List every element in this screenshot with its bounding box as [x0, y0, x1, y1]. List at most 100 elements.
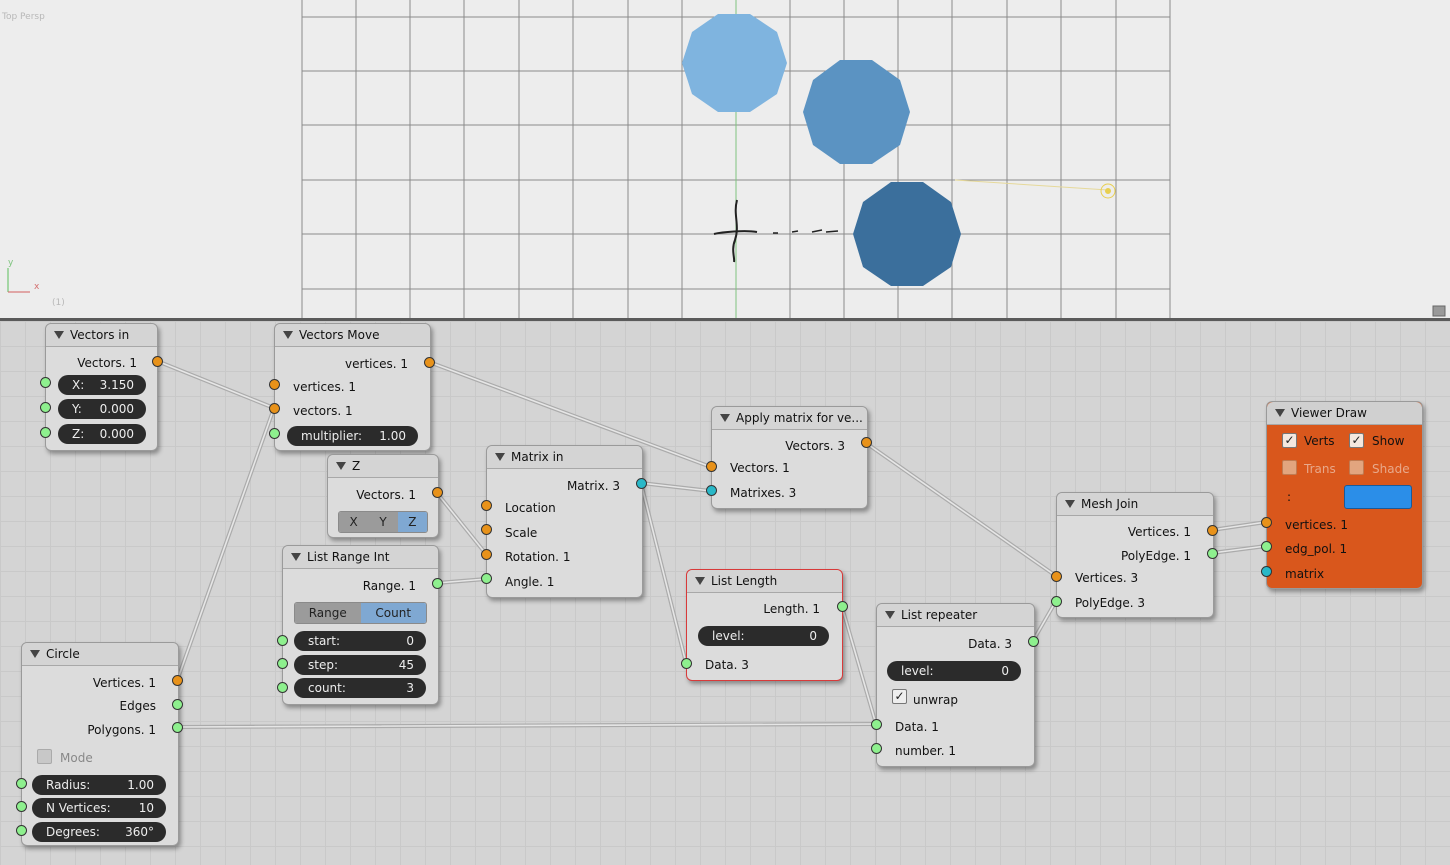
node-apply-matrix[interactable]: Apply matrix for ve... Vectors. 3 Vector…	[711, 406, 868, 509]
node-viewer-draw[interactable]: Viewer Draw ✓ Verts ✓ Show Trans Shade :…	[1266, 401, 1423, 589]
step-field[interactable]: step: 45	[294, 655, 426, 675]
node-mesh-join[interactable]: Mesh Join Vertices. 1 PolyEdge. 1 Vertic…	[1056, 492, 1214, 618]
level-field[interactable]: level: 0	[887, 661, 1021, 681]
socket-list-repeater-out[interactable]	[1028, 636, 1039, 647]
socket-matrix-in-scale[interactable]	[481, 524, 492, 535]
node-header[interactable]: Vectors Move	[275, 324, 430, 347]
3d-viewport[interactable]: Top Persp (1) y x	[0, 0, 1450, 318]
socket-circle-out-polygons[interactable]	[172, 722, 183, 733]
socket-vectors-in-x[interactable]	[40, 377, 51, 388]
collapse-triangle-icon[interactable]	[495, 453, 505, 461]
shade-checkbox[interactable]	[1349, 460, 1364, 475]
socket-viewer-in-vertices[interactable]	[1261, 517, 1272, 528]
socket-viewer-in-edg-pol[interactable]	[1261, 541, 1272, 552]
socket-mesh-join-in-polyedge[interactable]	[1051, 596, 1062, 607]
socket-vectors-move-in-multiplier[interactable]	[269, 428, 280, 439]
node-vectors-move[interactable]: Vectors Move vertices. 1 vertices. 1 vec…	[274, 323, 431, 451]
count-field[interactable]: count: 3	[294, 678, 426, 698]
socket-range-out[interactable]	[432, 578, 443, 589]
socket-circle-in-degrees[interactable]	[16, 825, 27, 836]
socket-mesh-join-in-vertices[interactable]	[1051, 571, 1062, 582]
socket-circle-out-edges[interactable]	[172, 699, 183, 710]
node-header[interactable]: List Range Int	[283, 546, 438, 569]
node-header[interactable]: Mesh Join	[1057, 493, 1213, 516]
socket-matrix-in-location[interactable]	[481, 500, 492, 511]
collapse-triangle-icon[interactable]	[695, 577, 705, 585]
collapse-triangle-icon[interactable]	[885, 611, 895, 619]
node-list-length[interactable]: List Length Length. 1 level: 0 Data. 3	[686, 569, 843, 681]
socket-vectors-move-in-vectors[interactable]	[269, 403, 280, 414]
node-header[interactable]: Viewer Draw	[1267, 402, 1422, 425]
node-header[interactable]: List Length	[687, 570, 842, 593]
socket-list-length-out[interactable]	[837, 601, 848, 612]
socket-range-in-count[interactable]	[277, 682, 288, 693]
collapse-triangle-icon[interactable]	[336, 462, 346, 470]
socket-mesh-join-out-vertices[interactable]	[1207, 525, 1218, 536]
socket-apply-matrix-in-matrixes[interactable]	[706, 485, 717, 496]
verts-checkbox[interactable]: ✓	[1282, 433, 1297, 448]
socket-z-out[interactable]	[432, 487, 443, 498]
socket-vectors-in-out[interactable]	[152, 356, 163, 367]
collapse-triangle-icon[interactable]	[1275, 409, 1285, 417]
trans-checkbox[interactable]	[1282, 460, 1297, 475]
radius-field[interactable]: Radius: 1.00	[32, 775, 166, 795]
collapse-triangle-icon[interactable]	[30, 650, 40, 658]
socket-mesh-join-out-polyedge[interactable]	[1207, 548, 1218, 559]
socket-apply-matrix-in-vectors[interactable]	[706, 461, 717, 472]
socket-vectors-move-in-vertices[interactable]	[269, 379, 280, 390]
node-list-repeater[interactable]: List repeater Data. 3 level: 0 ✓ unwrap D…	[876, 603, 1035, 767]
collapse-triangle-icon[interactable]	[283, 331, 293, 339]
socket-vectors-move-out[interactable]	[424, 357, 435, 368]
socket-circle-in-radius[interactable]	[16, 778, 27, 789]
node-header[interactable]: Matrix in	[487, 446, 642, 469]
y-field[interactable]: Y: 0.000	[58, 399, 146, 419]
multiplier-field[interactable]: multiplier: 1.00	[287, 426, 418, 446]
socket-viewer-in-matrix[interactable]	[1261, 566, 1272, 577]
socket-circle-out-vertices[interactable]	[172, 675, 183, 686]
socket-matrix-in-out[interactable]	[636, 478, 647, 489]
level-field[interactable]: level: 0	[698, 626, 829, 646]
socket-circle-in-nvertices[interactable]	[16, 801, 27, 812]
node-header[interactable]: List repeater	[877, 604, 1034, 627]
collapse-triangle-icon[interactable]	[54, 331, 64, 339]
socket-matrix-in-rotation[interactable]	[481, 549, 492, 560]
show-checkbox[interactable]: ✓	[1349, 433, 1364, 448]
node-z[interactable]: Z Vectors. 1 X Y Z	[327, 454, 439, 538]
socket-matrix-in-angle[interactable]	[481, 573, 492, 584]
x-field[interactable]: X: 3.150	[58, 375, 146, 395]
mode-range-button[interactable]: Range	[295, 603, 361, 623]
node-matrix-in[interactable]: Matrix in Matrix. 3 Location Scale Rotat…	[486, 445, 643, 598]
node-header[interactable]: Circle	[22, 643, 178, 666]
collapse-triangle-icon[interactable]	[1065, 500, 1075, 508]
socket-range-in-step[interactable]	[277, 658, 288, 669]
node-list-range-int[interactable]: List Range Int Range. 1 Range Count star…	[282, 545, 439, 705]
socket-range-in-start[interactable]	[277, 635, 288, 646]
unwrap-checkbox[interactable]: ✓	[892, 689, 907, 704]
socket-vectors-in-z[interactable]	[40, 427, 51, 438]
degrees-field[interactable]: Degrees: 360°	[32, 822, 166, 842]
start-field[interactable]: start: 0	[294, 631, 426, 651]
axis-toggle[interactable]: X Y Z	[338, 511, 428, 533]
node-header[interactable]: Apply matrix for ve...	[712, 407, 867, 430]
collapse-triangle-icon[interactable]	[291, 553, 301, 561]
socket-list-repeater-in-data[interactable]	[871, 719, 882, 730]
mode-toggle[interactable]: Range Count	[294, 602, 427, 624]
node-header[interactable]: Z	[328, 455, 438, 478]
collapse-triangle-icon[interactable]	[720, 414, 730, 422]
node-header[interactable]: Vectors in	[46, 324, 157, 347]
n-vertices-field[interactable]: N Vertices: 10	[32, 798, 166, 818]
node-vectors-in[interactable]: Vectors in Vectors. 1 X: 3.150 Y: 0.000 Z:…	[45, 323, 158, 451]
socket-list-repeater-in-number[interactable]	[871, 743, 882, 754]
socket-vectors-in-y[interactable]	[40, 402, 51, 413]
socket-apply-matrix-out[interactable]	[861, 437, 872, 448]
axis-y-button[interactable]: Y	[368, 512, 398, 532]
color-swatch[interactable]	[1344, 485, 1412, 509]
node-editor[interactable]: Vectors in Vectors. 1 X: 3.150 Y: 0.000 Z:…	[0, 321, 1450, 865]
axis-x-button[interactable]: X	[339, 512, 369, 532]
mode-count-button[interactable]: Count	[360, 603, 426, 623]
mode-checkbox[interactable]	[37, 749, 52, 764]
node-circle[interactable]: Circle Vertices. 1 Edges Polygons. 1 Mod…	[21, 642, 179, 846]
z-field[interactable]: Z: 0.000	[58, 424, 146, 444]
axis-z-button[interactable]: Z	[397, 512, 427, 532]
socket-list-length-in-data[interactable]	[681, 658, 692, 669]
